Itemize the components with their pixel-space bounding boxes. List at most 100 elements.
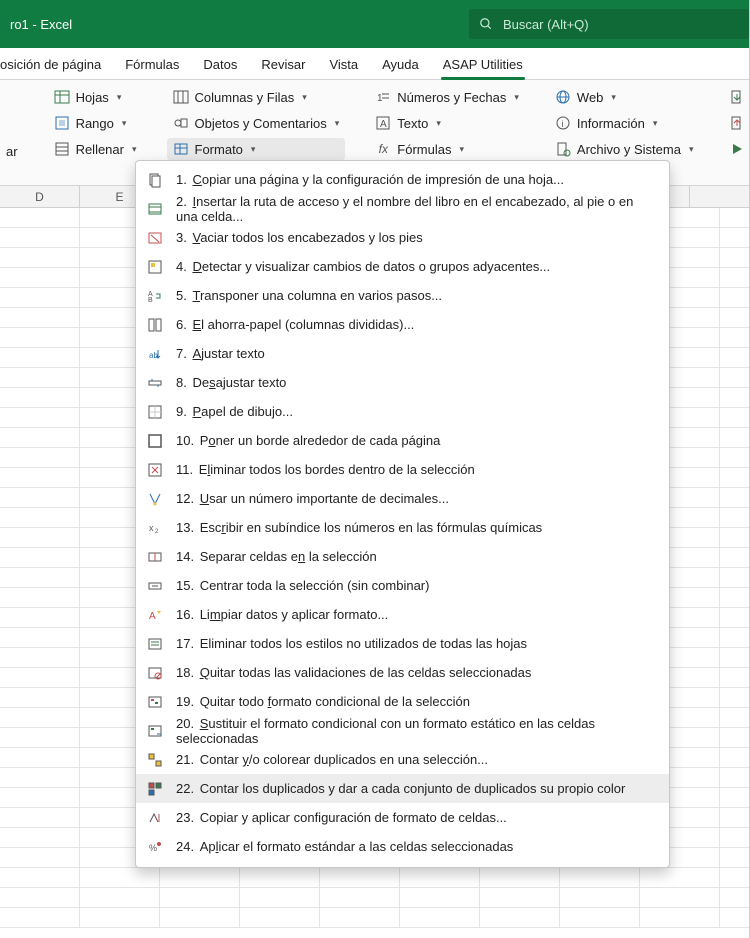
cell[interactable] xyxy=(720,268,750,287)
cell[interactable] xyxy=(720,428,750,447)
cell[interactable] xyxy=(240,888,320,907)
grid-row[interactable] xyxy=(0,868,749,888)
cell[interactable] xyxy=(480,868,560,887)
cell[interactable] xyxy=(0,648,80,667)
cell[interactable] xyxy=(0,588,80,607)
cell[interactable] xyxy=(0,288,80,307)
cell[interactable] xyxy=(720,388,750,407)
menu-item-20[interactable]: 20. Sustituir el formato condicional con… xyxy=(136,716,669,745)
menu-item-10[interactable]: 10. Poner un borde alrededor de cada pág… xyxy=(136,426,669,455)
cell[interactable] xyxy=(560,888,640,907)
menu-item-24[interactable]: %24. Aplicar el formato estándar a las c… xyxy=(136,832,669,861)
cell[interactable] xyxy=(0,428,80,447)
menu-item-11[interactable]: 11. Eliminar todos los bordes dentro de … xyxy=(136,455,669,484)
menu-item-5[interactable]: AB5. Transponer una columna en varios pa… xyxy=(136,281,669,310)
cell[interactable] xyxy=(720,788,750,807)
menu-item-3[interactable]: 3. Vaciar todos los encabezados y los pi… xyxy=(136,223,669,252)
cell[interactable] xyxy=(80,888,160,907)
menu-item-21[interactable]: 21. Contar y/o colorear duplicados en un… xyxy=(136,745,669,774)
cell[interactable] xyxy=(0,468,80,487)
cell[interactable] xyxy=(0,488,80,507)
cell[interactable] xyxy=(720,228,750,247)
cell[interactable] xyxy=(720,488,750,507)
cell[interactable] xyxy=(720,368,750,387)
tab-formulas[interactable]: Fórmulas xyxy=(113,51,191,79)
cell[interactable] xyxy=(720,528,750,547)
cell[interactable] xyxy=(720,908,750,927)
cell[interactable] xyxy=(720,628,750,647)
cell[interactable] xyxy=(560,908,640,927)
cell[interactable] xyxy=(0,268,80,287)
menu-item-22[interactable]: 22. Contar los duplicados y dar a cada c… xyxy=(136,774,669,803)
cell[interactable] xyxy=(400,888,480,907)
cell[interactable] xyxy=(720,508,750,527)
cell[interactable] xyxy=(0,908,80,927)
cell[interactable] xyxy=(0,308,80,327)
rellenar-button[interactable]: Rellenar▾ xyxy=(48,138,143,160)
menu-item-13[interactable]: x213. Escribir en subíndice los números … xyxy=(136,513,669,542)
menu-item-6[interactable]: 6. El ahorra-papel (columnas divididas).… xyxy=(136,310,669,339)
cell[interactable] xyxy=(720,708,750,727)
tab-view[interactable]: Vista xyxy=(317,51,370,79)
archivo-sistema-button[interactable]: Archivo y Sistema▾ xyxy=(549,138,700,160)
ribbon-btn-ar[interactable]: ar xyxy=(0,142,24,161)
cell[interactable] xyxy=(720,808,750,827)
cell[interactable] xyxy=(80,908,160,927)
tab-asap-utilities[interactable]: ASAP Utilities xyxy=(431,51,535,79)
cell[interactable] xyxy=(720,768,750,787)
cell[interactable] xyxy=(0,248,80,267)
objetos-comentarios-button[interactable]: Objetos y Comentarios▾ xyxy=(167,112,346,134)
cell[interactable] xyxy=(480,888,560,907)
tab-page-layout[interactable]: osición de página xyxy=(0,51,113,79)
cell[interactable] xyxy=(720,208,750,227)
formulas-button[interactable]: fx Fórmulas▾ xyxy=(369,138,525,160)
cell[interactable] xyxy=(0,448,80,467)
cell[interactable] xyxy=(0,228,80,247)
cell[interactable] xyxy=(160,888,240,907)
cell[interactable] xyxy=(720,588,750,607)
menu-item-9[interactable]: 9. Papel de dibujo... xyxy=(136,397,669,426)
cell[interactable] xyxy=(720,328,750,347)
cell[interactable] xyxy=(160,868,240,887)
cell[interactable] xyxy=(0,728,80,747)
cell[interactable] xyxy=(720,288,750,307)
col-header[interactable] xyxy=(690,186,750,207)
texto-button[interactable]: A Texto▾ xyxy=(369,112,525,134)
cell[interactable] xyxy=(0,348,80,367)
cell[interactable] xyxy=(480,908,560,927)
cell[interactable] xyxy=(0,768,80,787)
numeros-fechas-button[interactable]: 1 Números y Fechas▾ xyxy=(369,86,525,108)
hojas-button[interactable]: Hojas▾ xyxy=(48,86,143,108)
cell[interactable] xyxy=(0,628,80,647)
cell[interactable] xyxy=(720,868,750,887)
cell[interactable] xyxy=(0,608,80,627)
cell[interactable] xyxy=(720,668,750,687)
exportar-button[interactable]: Exportar▾ xyxy=(723,112,750,134)
cell[interactable] xyxy=(640,868,720,887)
cell[interactable] xyxy=(0,568,80,587)
menu-item-17[interactable]: 17. Eliminar todos los estilos no utiliz… xyxy=(136,629,669,658)
menu-item-1[interactable]: 1. Copiar una página y la configuración … xyxy=(136,165,669,194)
cell[interactable] xyxy=(720,848,750,867)
grid-row[interactable] xyxy=(0,908,749,928)
cell[interactable] xyxy=(640,908,720,927)
informacion-button[interactable]: i Información▾ xyxy=(549,112,700,134)
cell[interactable] xyxy=(0,328,80,347)
menu-item-15[interactable]: 15. Centrar toda la selección (sin combi… xyxy=(136,571,669,600)
cell[interactable] xyxy=(720,348,750,367)
cell[interactable] xyxy=(720,308,750,327)
col-header[interactable]: D xyxy=(0,186,80,207)
columnas-filas-button[interactable]: Columnas y Filas▾ xyxy=(167,86,346,108)
cell[interactable] xyxy=(0,708,80,727)
cell[interactable] xyxy=(720,448,750,467)
menu-item-19[interactable]: 19. Quitar todo formato condicional de l… xyxy=(136,687,669,716)
menu-item-23[interactable]: 23. Copiar y aplicar configuración de fo… xyxy=(136,803,669,832)
cell[interactable] xyxy=(720,728,750,747)
cell[interactable] xyxy=(0,528,80,547)
inicio-button[interactable]: Inicio▾ xyxy=(723,138,750,160)
cell[interactable] xyxy=(240,908,320,927)
cell[interactable] xyxy=(160,908,240,927)
cell[interactable] xyxy=(0,788,80,807)
cell[interactable] xyxy=(720,548,750,567)
cell[interactable] xyxy=(0,668,80,687)
